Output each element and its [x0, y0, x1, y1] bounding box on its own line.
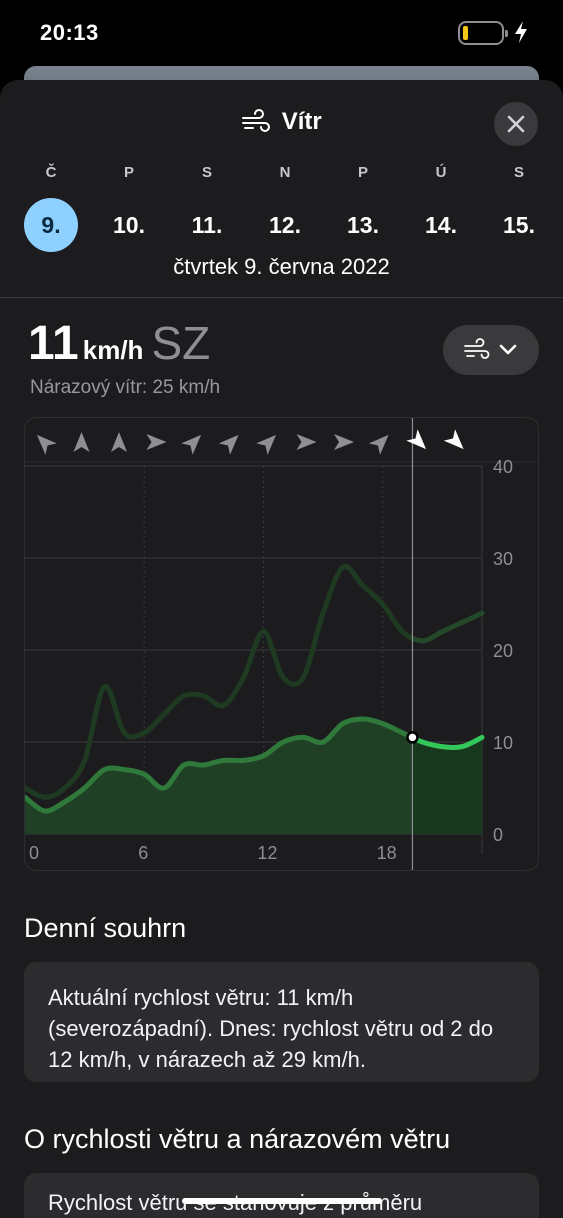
y-tick-label: 40 [493, 457, 513, 477]
wind-direction-arrow [36, 434, 57, 455]
selected-date: čtvrtek 9. června 2022 [173, 254, 390, 279]
day-number: 15. [503, 212, 535, 238]
wind-icon [242, 109, 271, 132]
x-tick-label: 12 [257, 843, 277, 863]
day-letter: S [513, 164, 524, 181]
wind-direction-arrow [146, 434, 167, 450]
wind-direction-arrow [334, 434, 354, 450]
day-letter: Č [45, 164, 57, 181]
day-letter: Ú [435, 164, 447, 181]
x-tick-label: 0 [29, 843, 39, 863]
chart-mode-button[interactable] [443, 325, 539, 375]
sheet-title: Vítr [281, 108, 322, 135]
wind-direction-arrow [256, 434, 277, 455]
close-icon [507, 115, 525, 133]
day-number: 10. [113, 212, 145, 238]
day-item[interactable]: Ú 14. [411, 164, 471, 252]
day-item[interactable]: N 12. [255, 164, 315, 252]
wind-direction-arrow [181, 434, 202, 455]
wind-icon [464, 338, 490, 359]
wind-direction-arrow [73, 432, 90, 452]
gust-text: Nárazový vítr: 25 km/h [30, 377, 221, 398]
day-number: 13. [347, 212, 379, 238]
charging-bolt-icon [515, 21, 527, 43]
wind-direction-arrow [368, 434, 389, 455]
summary-title: Denní souhrn [24, 913, 187, 943]
day-letter: P [357, 164, 368, 181]
wind-direction-arrow [218, 434, 239, 455]
divider [0, 297, 563, 298]
summary-card: Aktuální rychlost větru: 11 km/h (severo… [24, 962, 539, 1082]
status-bar: 20:13 [0, 0, 563, 66]
wind-direction-arrow [296, 434, 317, 450]
wind-speed-unit: km/h [82, 335, 144, 365]
wind-chart-svg: 0 10 20 30 40 0 6 12 18 [25, 418, 538, 870]
day-letter: S [201, 164, 212, 181]
close-button[interactable] [494, 102, 538, 146]
wind-direction-arrow [406, 429, 427, 450]
day-letter: N [279, 164, 291, 181]
battery-icon [458, 21, 508, 45]
about-title: O rychlosti větru a nárazovém větru [24, 1124, 451, 1154]
status-time: 20:13 [40, 20, 99, 45]
current-wind: 11 km/h SZ [28, 316, 210, 376]
wind-chart[interactable]: 0 10 20 30 40 0 6 12 18 [24, 417, 539, 871]
wind-direction: SZ [151, 317, 211, 369]
day-item[interactable]: S 11. [177, 164, 237, 252]
wind-direction-arrow [443, 429, 464, 450]
current-point [406, 731, 419, 744]
day-item[interactable]: Č 9. [21, 164, 81, 252]
y-tick-label: 20 [493, 641, 513, 661]
day-item[interactable]: P 10. [99, 164, 159, 252]
about-card: Rychlost větru se stanovuje z průměru [24, 1173, 539, 1218]
day-number: 11. [191, 212, 223, 238]
y-tick-label: 0 [493, 825, 503, 845]
summary-text: Aktuální rychlost větru: 11 km/h (severo… [48, 985, 494, 1072]
x-tick-label: 6 [138, 843, 148, 863]
day-number: 14. [425, 212, 457, 238]
wind-sheet: Vítr Č 9. P 10. S 11. N 12. P 13. Ú 14. [0, 80, 563, 1218]
wind-speed-value: 11 [28, 317, 79, 370]
y-tick-label: 10 [493, 733, 513, 753]
day-item[interactable]: P 13. [333, 164, 393, 252]
y-tick-label: 30 [493, 549, 513, 569]
day-number: 9. [24, 198, 78, 252]
x-tick-label: 18 [377, 843, 397, 863]
day-letter: P [123, 164, 134, 181]
day-item[interactable]: S 15. [489, 164, 549, 252]
sheet-header: Vítr [0, 108, 563, 142]
day-number: 12. [269, 212, 301, 238]
wind-direction-arrow [111, 432, 127, 452]
chevron-down-icon [499, 344, 517, 355]
home-indicator[interactable] [182, 1198, 382, 1204]
